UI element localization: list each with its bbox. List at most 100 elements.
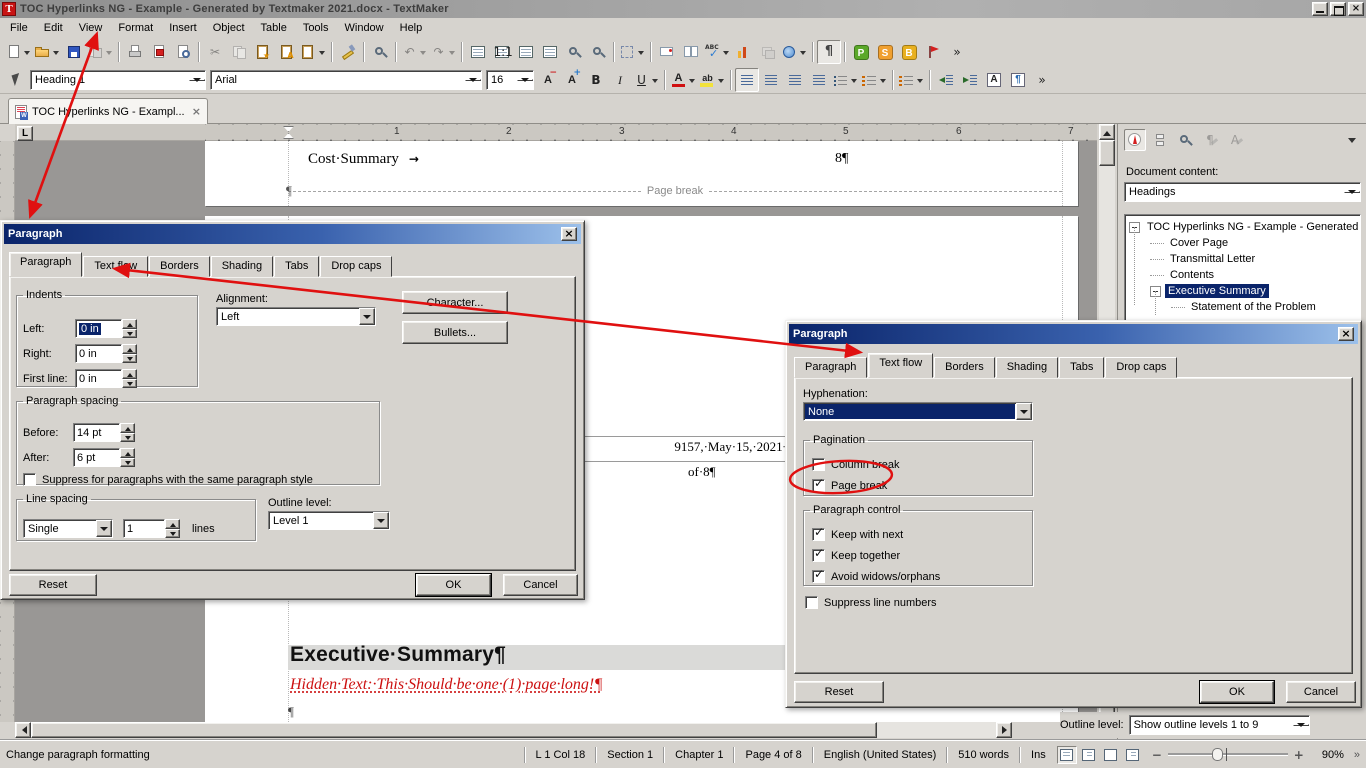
menu-file[interactable]: File	[2, 19, 36, 37]
pagination-page-break-checkbox[interactable]: ✓	[812, 479, 825, 492]
fullscreen-view-button[interactable]	[1101, 746, 1121, 764]
dialog-title-bar[interactable]: Paragraph ×	[4, 224, 581, 244]
before-field[interactable]: 14 pt	[73, 423, 120, 442]
zoom-slider[interactable]: − +	[1152, 749, 1304, 761]
page-view-button[interactable]	[514, 40, 538, 64]
control-keep-together-row[interactable]: ✓Keep together	[812, 549, 1040, 562]
web-view-dropdown-icon[interactable]	[798, 44, 808, 60]
numbered-list-dropdown-icon[interactable]	[878, 72, 888, 88]
before-stepper[interactable]	[120, 423, 135, 442]
left-dialog-tab-tabs[interactable]: Tabs	[274, 256, 319, 277]
dropdown-arrow-icon[interactable]	[517, 79, 533, 81]
menu-help[interactable]: Help	[392, 19, 431, 37]
sidebar-search-button[interactable]	[1174, 129, 1196, 151]
suppress-line-numbers-row[interactable]: Suppress line numbers	[805, 596, 937, 609]
cancel-button[interactable]: Cancel	[503, 574, 578, 596]
vertical-scroll-thumb[interactable]	[1099, 140, 1115, 166]
insert-chart-button[interactable]	[732, 40, 756, 64]
left-dialog-tab-paragraph[interactable]: Paragraph	[9, 252, 82, 277]
left-dialog-tab-borders[interactable]: Borders	[149, 256, 210, 277]
alignment-select[interactable]: Left	[216, 307, 376, 326]
chevron-down-icon[interactable]	[1346, 134, 1358, 146]
menu-window[interactable]: Window	[337, 19, 392, 37]
bullet-list-button[interactable]	[831, 68, 860, 92]
outline-level-select[interactable]: Level 1	[268, 511, 390, 530]
control-avoid-widows-orphans-checkbox[interactable]: ✓	[812, 570, 825, 583]
paste-button[interactable]: ★	[251, 40, 275, 64]
menu-view[interactable]: View	[71, 19, 111, 37]
dropdown-arrow-icon[interactable]	[96, 520, 112, 537]
bold-button[interactable]: B	[584, 68, 608, 92]
suppress-spacing-row[interactable]: Suppress for paragraphs with the same pa…	[23, 473, 313, 486]
dropdown-arrow-icon[interactable]	[359, 308, 375, 325]
suppress-spacing-checkbox[interactable]	[23, 473, 36, 486]
tab-close-icon[interactable]: ×	[192, 106, 201, 117]
control-avoid-widows-orphans-row[interactable]: ✓Avoid widows/orphans	[812, 570, 1040, 583]
dropdown-arrow-icon[interactable]	[373, 512, 389, 529]
line-spacing-field[interactable]: 1	[123, 519, 165, 538]
document-tab[interactable]: TOC Hyperlinks NG - Exampl... ×	[8, 98, 208, 124]
print-preview-button[interactable]	[171, 40, 195, 64]
right-dialog-tab-drop-caps[interactable]: Drop caps	[1105, 357, 1177, 378]
horizontal-ruler[interactable]: L 1234567	[15, 124, 1097, 141]
document-page-3[interactable]: Cost·Summary→ 8¶ ¶ Page break	[205, 141, 1078, 206]
menu-tools[interactable]: Tools	[295, 19, 337, 37]
reset-button[interactable]: Reset	[794, 681, 884, 703]
menu-format[interactable]: Format	[110, 19, 161, 37]
paste-unformatted-button[interactable]: A	[275, 40, 299, 64]
right-dialog-tab-shading[interactable]: Shading	[996, 357, 1058, 378]
align-center-button[interactable]	[759, 68, 783, 92]
horizontal-scrollbar[interactable]	[15, 722, 1012, 738]
increase-indent-button[interactable]	[958, 68, 982, 92]
tree-item-executive-summary[interactable]: Executive Summary	[1125, 283, 1360, 299]
dialog-close-icon[interactable]: ×	[561, 227, 577, 241]
right-dialog-tab-paragraph[interactable]: Paragraph	[794, 357, 867, 378]
insert-text-frame-button[interactable]	[618, 40, 647, 64]
paste-special-button[interactable]	[299, 40, 328, 64]
menu-object[interactable]: Object	[205, 19, 253, 37]
underline-button[interactable]: U	[632, 68, 661, 92]
restore-button[interactable]	[1330, 2, 1346, 16]
bullet-list-dropdown-icon[interactable]	[849, 72, 859, 88]
underline-dropdown-icon[interactable]	[650, 72, 660, 88]
first-line-field[interactable]: 0 in	[75, 369, 122, 388]
dropdown-arrow-icon[interactable]	[1293, 724, 1309, 726]
zoom-level[interactable]: 90%	[1312, 749, 1354, 761]
scroll-up-icon[interactable]	[1099, 124, 1115, 140]
facing-pages-button[interactable]	[679, 40, 703, 64]
hyphenation-select[interactable]: None	[803, 402, 1033, 421]
ok-button[interactable]: OK	[416, 574, 491, 596]
highlight-dropdown-icon[interactable]	[716, 72, 726, 88]
font-color-dropdown-icon[interactable]	[687, 72, 697, 88]
scroll-left-icon[interactable]	[15, 722, 31, 738]
format-painter-button[interactable]	[336, 40, 360, 64]
left-indent-field[interactable]: 0 in	[75, 319, 122, 338]
formatting-marks-button[interactable]: ¶	[817, 40, 841, 64]
first-line-stepper[interactable]	[122, 369, 137, 388]
comment-button[interactable]	[655, 40, 679, 64]
cancel-button[interactable]: Cancel	[1286, 681, 1356, 703]
suppress-line-numbers-checkbox[interactable]	[805, 596, 818, 609]
toolbar-overflow-button[interactable]: »	[1030, 68, 1054, 92]
align-left-button[interactable]	[735, 68, 759, 92]
dialog-close-icon[interactable]: ×	[1338, 327, 1354, 341]
right-dialog-tab-borders[interactable]: Borders	[934, 357, 995, 378]
search-button[interactable]	[368, 40, 392, 64]
script-macro-button[interactable]	[921, 40, 945, 64]
highlight-button[interactable]: ab	[698, 68, 727, 92]
paragraph-dialog-button[interactable]: ¶	[1006, 68, 1030, 92]
after-field[interactable]: 6 pt	[73, 448, 120, 467]
menu-insert[interactable]: Insert	[161, 19, 205, 37]
numbered-list-button[interactable]	[860, 68, 889, 92]
left-indent-stepper[interactable]	[122, 319, 137, 338]
planmaker-button[interactable]: P	[849, 40, 873, 64]
open-dropdown-icon[interactable]	[51, 44, 61, 60]
control-keep-together-checkbox[interactable]: ✓	[812, 549, 825, 562]
outline-view-button[interactable]	[1123, 746, 1143, 764]
actual-size-button[interactable]: 1:1	[490, 40, 514, 64]
character-dialog-button[interactable]: A	[982, 68, 1006, 92]
print-button[interactable]	[123, 40, 147, 64]
ok-button[interactable]: OK	[1200, 681, 1274, 703]
grow-font-button[interactable]: A	[560, 68, 584, 92]
dropdown-arrow-icon[interactable]	[465, 79, 481, 81]
